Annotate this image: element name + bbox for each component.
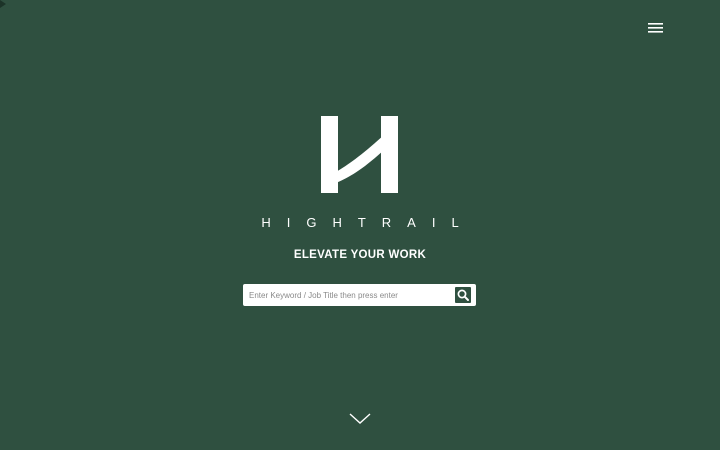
tagline: ELEVATE YOUR WORK	[293, 249, 427, 261]
search-input[interactable]	[243, 284, 451, 306]
menu-button[interactable]	[645, 20, 667, 36]
hightrail-h-logo-icon	[321, 116, 398, 193]
brand-name: HIGHTRAIL	[261, 215, 475, 230]
hamburger-menu-icon	[648, 23, 663, 33]
scroll-down-button[interactable]	[349, 412, 371, 426]
corner-arrow-icon	[0, 0, 6, 8]
chevron-down-icon	[349, 413, 371, 424]
brand-logo	[320, 115, 400, 195]
search-button[interactable]	[455, 287, 471, 303]
search-bar	[243, 284, 476, 306]
hero-section: HIGHTRAIL ELEVATE YOUR WORK	[0, 0, 720, 450]
search-icon	[457, 289, 469, 301]
